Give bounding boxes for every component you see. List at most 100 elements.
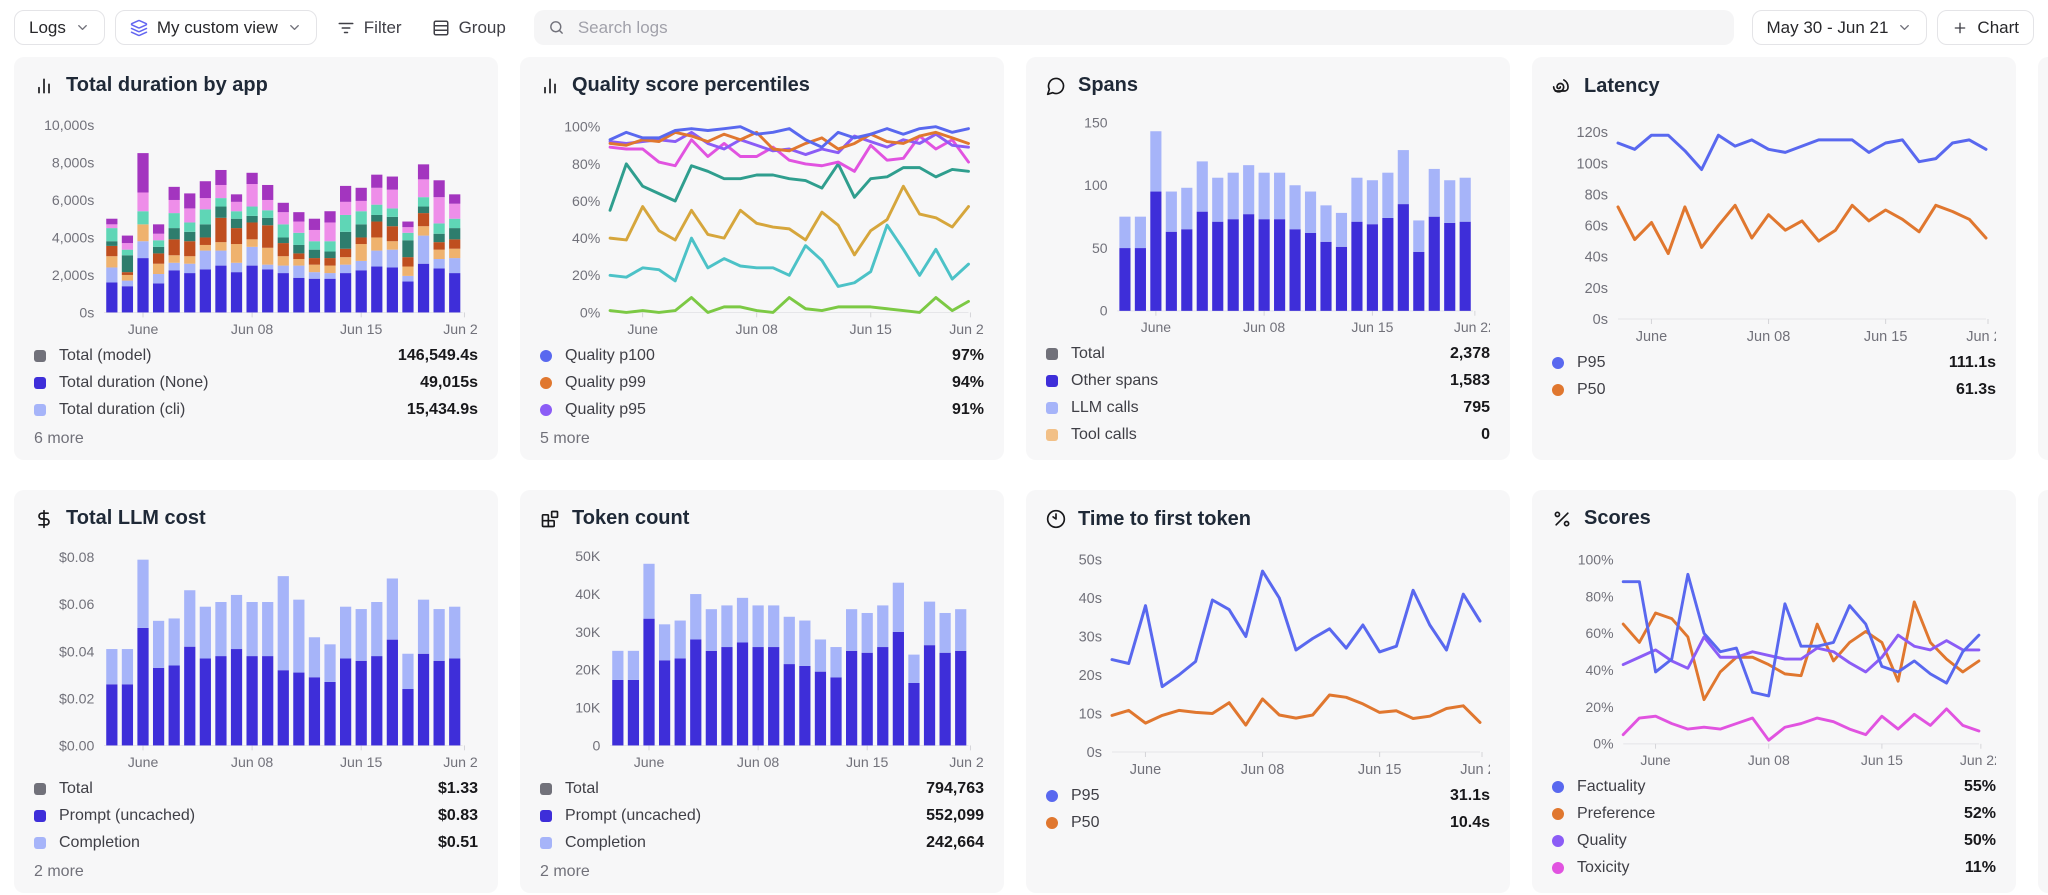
legend-value: 795 [1463,399,1490,417]
search-input[interactable] [576,17,1720,39]
speech-bubble-icon [1046,76,1066,96]
svg-text:20K: 20K [575,662,601,678]
svg-text:June: June [1636,329,1667,345]
legend-swatch [1552,357,1564,369]
legend-label: P50 [1577,381,1956,399]
legend-row[interactable]: Total duration (cli)15,434.9s [34,396,478,423]
legend-label: P95 [1577,354,1949,372]
svg-text:40s: 40s [1585,250,1608,266]
chart-canvas[interactable]: 010K20K30K40K50KJuneJun 08Jun 15Jun 22 [540,537,984,775]
legend-value: 31.1s [1450,787,1490,805]
chart-canvas[interactable]: 0%20%40%60%80%100%JuneJun 08Jun 15Jun 22 [1552,537,1996,773]
legend-more[interactable]: 2 more [34,863,478,881]
legend-row[interactable]: Quality50% [1552,827,1996,854]
svg-text:$0.00: $0.00 [59,738,94,754]
legend-row[interactable]: Total (model)146,549.4s [34,342,478,369]
legend-row[interactable]: Prompt (uncached)$0.83 [34,802,478,829]
legend-label: P95 [1071,787,1450,805]
legend-row[interactable]: Toxicity11% [1552,854,1996,881]
legend-row[interactable]: Other spans1,583 [1046,367,1490,394]
legend-row[interactable]: LLM calls795 [1046,394,1490,421]
svg-text:June: June [1141,319,1172,335]
legend-label: Prompt (uncached) [565,807,926,825]
legend-row[interactable]: Quality p10097% [540,342,984,369]
svg-text:June: June [1130,762,1161,778]
legend-row[interactable]: P95111.1s [1552,349,1996,376]
legend-more[interactable]: 6 more [34,430,478,448]
date-range-button[interactable]: May 30 - Jun 21 [1752,10,1928,45]
view-selector-button[interactable]: My custom view [115,10,317,45]
svg-text:10K: 10K [575,700,601,716]
card-header: Quality score percentiles [540,73,984,98]
legend-swatch [540,350,552,362]
svg-text:100s: 100s [1577,156,1608,172]
legend-row[interactable]: Factuality55% [1552,773,1996,800]
card-title: Quality score percentiles [572,74,810,97]
search-box[interactable] [534,10,1734,45]
svg-text:Jun 08: Jun 08 [1243,319,1285,335]
svg-text:Jun 22: Jun 22 [443,321,478,337]
legend-row[interactable]: P5061.3s [1552,376,1996,403]
svg-text:Jun 15: Jun 15 [340,754,383,770]
svg-text:0s: 0s [79,305,94,321]
chart-card: Latency 0s20s40s60s80s100s120sJuneJun 08… [1532,57,2016,460]
svg-text:6,000s: 6,000s [52,192,94,208]
legend-row[interactable]: Prompt (uncached)552,099 [540,802,984,829]
chart-legend: Total (model)146,549.4sTotal duration (N… [34,342,478,448]
legend-label: Toxicity [1577,859,1965,877]
chart-card: Quality score percentiles 0%20%40%60%80%… [520,57,1004,460]
legend-more[interactable]: 5 more [540,430,984,448]
card-title: Total duration by app [66,74,268,97]
legend-more[interactable]: 2 more [540,863,984,881]
svg-text:June: June [627,321,658,337]
card-title: Scores [1584,507,1651,530]
svg-text:Jun 15: Jun 15 [850,321,893,337]
legend-row[interactable]: Completion$0.51 [34,829,478,856]
add-chart-button[interactable]: Chart [1937,10,2034,45]
legend-row[interactable]: Quality p9591% [540,396,984,423]
legend-row[interactable]: Quality p9994% [540,369,984,396]
legend-label: Quality p100 [565,347,952,365]
legend-row[interactable]: Completion242,664 [540,829,984,856]
chart-canvas[interactable]: 0s2,000s4,000s6,000s8,000s10,000sJuneJun… [34,104,478,342]
legend-row[interactable]: Total794,763 [540,775,984,802]
logs-dropdown-button[interactable]: Logs [14,10,105,45]
chart-legend: Total2,378Other spans1,583LLM calls795To… [1046,340,1490,448]
card-title: Total LLM cost [66,507,206,530]
chart-canvas[interactable]: $0.00$0.02$0.04$0.06$0.08JuneJun 08Jun 1… [34,537,478,775]
dashboard-grid: Total duration by app 0s2,000s4,000s6,00… [0,52,2048,893]
card-header: Total LLM cost [34,506,478,531]
legend-row[interactable]: Preference52% [1552,800,1996,827]
group-rows-icon [432,19,450,37]
svg-text:Jun 08: Jun 08 [231,754,274,770]
chart-canvas[interactable]: 0s20s40s60s80s100s120sJuneJun 08Jun 15Ju… [1552,105,1996,349]
legend-value: 91% [952,401,984,419]
svg-text:40s: 40s [1079,591,1102,607]
legend-row[interactable]: P5010.4s [1046,809,1490,836]
legend-label: Factuality [1577,778,1964,796]
group-button[interactable]: Group [422,10,516,45]
chart-canvas[interactable]: 050100150JuneJun 08Jun 15Jun 22 [1046,104,1490,340]
chart-legend: P95111.1sP5061.3s [1552,349,1996,403]
legend-value: 111.1s [1949,354,1996,372]
svg-text:Jun 15: Jun 15 [1358,762,1402,778]
svg-text:8,000s: 8,000s [52,155,94,171]
group-label: Group [459,18,506,38]
legend-label: Total [1071,345,1450,363]
legend-row[interactable]: Tool calls0 [1046,421,1490,448]
card-header: Time to first token [1046,506,1490,532]
filter-button[interactable]: Filter [327,10,412,45]
legend-row[interactable]: Total2,378 [1046,340,1490,367]
legend-row[interactable]: P9531.1s [1046,782,1490,809]
legend-swatch [1046,790,1058,802]
chart-canvas[interactable]: 0%20%40%60%80%100%JuneJun 08Jun 15Jun 22 [540,104,984,342]
legend-value: 0 [1481,426,1490,444]
legend-row[interactable]: Total duration (None)49,015s [34,369,478,396]
filter-label: Filter [364,18,402,38]
svg-text:0: 0 [1100,303,1108,319]
legend-row[interactable]: Total$1.33 [34,775,478,802]
legend-swatch [34,350,46,362]
legend-swatch [1046,348,1058,360]
chart-canvas[interactable]: 0s10s20s30s40s50sJuneJun 08Jun 15Jun 22 [1046,538,1490,782]
svg-text:80%: 80% [1586,588,1614,604]
